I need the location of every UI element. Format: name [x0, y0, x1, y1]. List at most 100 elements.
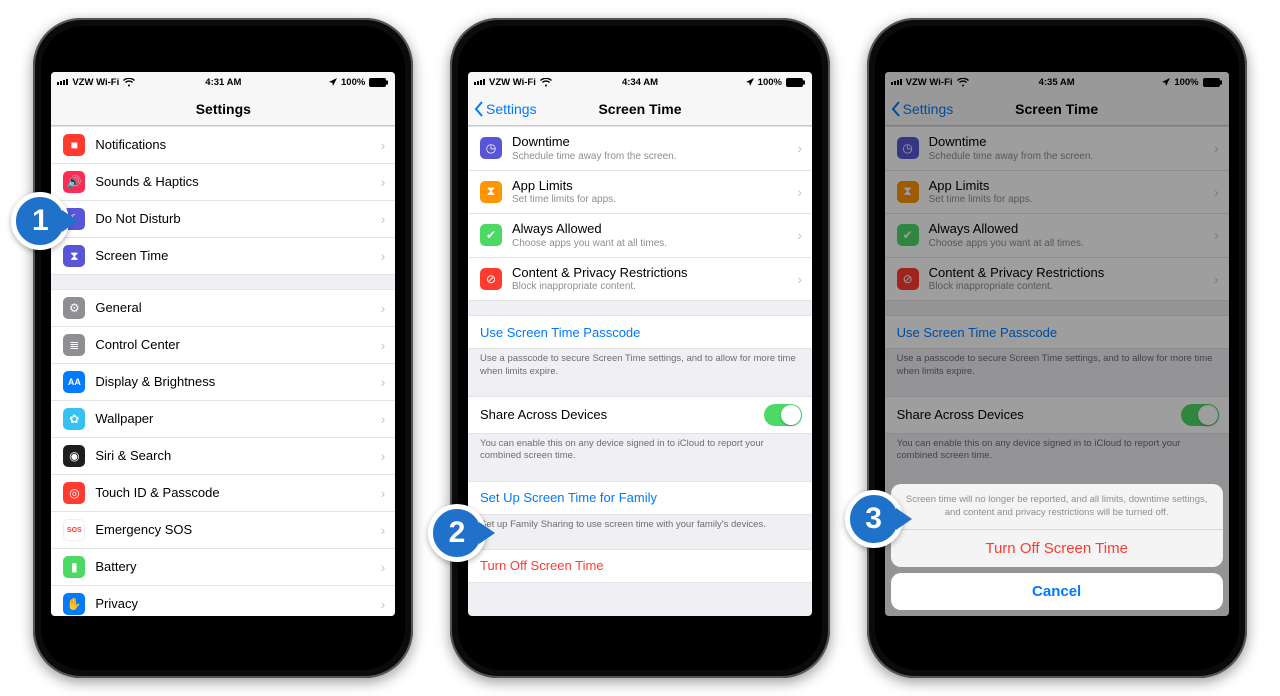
- cell-subtitle: Choose apps you want at all times.: [512, 238, 787, 250]
- phone-step-1: 1 VZW Wi-Fi 4:31 AM 100%: [33, 18, 413, 678]
- list-cell[interactable]: ▮Battery›: [51, 549, 395, 586]
- text-size-icon: AA: [63, 371, 85, 393]
- screentime-list[interactable]: ◷DowntimeSchedule time away from the scr…: [468, 126, 812, 616]
- cell-label: Always Allowed: [512, 221, 787, 237]
- battery-icon: [369, 78, 389, 87]
- list-cell[interactable]: SOSEmergency SOS›: [51, 512, 395, 549]
- phone-step-3: 3 VZW Wi-Fi 4:35 AM 100%: [867, 18, 1247, 678]
- list-cell[interactable]: ⧗App LimitsSet time limits for apps.›: [468, 171, 812, 215]
- chevron-right-icon: ›: [1214, 227, 1219, 243]
- toggle-switch[interactable]: [764, 404, 802, 426]
- gear-icon: ⚙: [63, 297, 85, 319]
- list-cell[interactable]: ✔ Always AllowedChoose apps you want at a…: [468, 214, 812, 258]
- sheet-message: Screen time will no longer be reported, …: [891, 484, 1223, 529]
- sheet-turn-off-button[interactable]: Turn Off Screen Time: [891, 529, 1223, 567]
- sliders-icon: ≣: [63, 334, 85, 356]
- screen: VZW Wi-Fi 4:34 AM 100% Settings: [468, 72, 812, 616]
- phone-step-2: 2 VZW Wi-Fi 4:34 AM 100%: [450, 18, 830, 678]
- chevron-right-icon: ›: [381, 559, 386, 575]
- cell-subtitle: Choose apps you want at all times.: [929, 238, 1204, 250]
- chevron-right-icon: ›: [381, 248, 386, 264]
- cell-subtitle: Block inappropriate content.: [929, 281, 1204, 293]
- cell-label: Use Screen Time Passcode: [480, 325, 802, 341]
- navbar: Settings Screen Time: [885, 92, 1229, 126]
- cell-label: App Limits: [512, 178, 787, 194]
- step-badge-1: 1: [11, 192, 69, 250]
- back-button[interactable]: Settings: [891, 101, 954, 117]
- list-cell[interactable]: ⊘Content & Privacy RestrictionsBlock ina…: [885, 258, 1229, 302]
- list-cell[interactable]: ◉Siri & Search›: [51, 438, 395, 475]
- cell-label: Privacy: [95, 596, 370, 612]
- nosign-icon: ⊘: [480, 268, 502, 290]
- cell-label: Display & Brightness: [95, 374, 370, 390]
- battery-pct: 100%: [1174, 77, 1198, 88]
- cell-subtitle: Block inappropriate content.: [512, 281, 787, 293]
- cell-label: Downtime: [512, 134, 787, 150]
- sheet-cancel-button[interactable]: Cancel: [891, 573, 1223, 610]
- list-cell[interactable]: ◷DowntimeSchedule time away from the scr…: [468, 126, 812, 171]
- cell-label: Screen Time: [95, 248, 370, 264]
- list-cell[interactable]: ⊘ Content & Privacy RestrictionsBlock ina…: [468, 258, 812, 302]
- group-footer: Use a passcode to secure Screen Time set…: [468, 349, 812, 382]
- chevron-right-icon: ›: [381, 411, 386, 427]
- cell-label: Turn Off Screen Time: [480, 558, 802, 574]
- chevron-right-icon: ›: [797, 184, 802, 200]
- cell-label: Siri & Search: [95, 448, 370, 464]
- list-cell[interactable]: ◎Touch ID & Passcode›: [51, 475, 395, 512]
- list-cell[interactable]: ≣ Control Center ›: [51, 327, 395, 364]
- chevron-right-icon: ›: [381, 337, 386, 353]
- signal-icon: [57, 79, 68, 85]
- chevron-right-icon: ›: [381, 596, 386, 612]
- cell-label: Control Center: [95, 337, 370, 353]
- list-cell[interactable]: ✿Wallpaper›: [51, 401, 395, 438]
- list-cell[interactable]: ☾Do Not Disturb›: [51, 201, 395, 238]
- list-cell[interactable]: Use Screen Time Passcode: [468, 315, 812, 349]
- battery-pct: 100%: [341, 77, 365, 88]
- list-cell[interactable]: ✋ Privacy ›: [51, 586, 395, 616]
- chevron-right-icon: ›: [381, 300, 386, 316]
- device-frame: VZW Wi-Fi 4:34 AM 100% Settings: [450, 18, 830, 678]
- action-sheet: Screen time will no longer be reported, …: [885, 478, 1229, 616]
- touchid-icon: ◎: [63, 482, 85, 504]
- cell-label: General: [95, 300, 370, 316]
- signal-icon: [891, 79, 902, 85]
- cell-label: Share Across Devices: [480, 407, 754, 423]
- list-cell[interactable]: ⚙ General ›: [51, 289, 395, 327]
- list-cell[interactable]: Use Screen Time Passcode: [885, 315, 1229, 349]
- sounds-icon: 🔊: [63, 171, 85, 193]
- list-cell[interactable]: 🔊Sounds & Haptics›: [51, 164, 395, 201]
- group-footer: Set up Family Sharing to use screen time…: [468, 515, 812, 535]
- step-badge-2: 2: [428, 504, 486, 562]
- siri-icon: ◉: [63, 445, 85, 467]
- status-bar: VZW Wi-Fi 4:31 AM 100%: [51, 72, 395, 92]
- screen: VZW Wi-Fi 4:35 AM 100% Settings: [885, 72, 1229, 616]
- hourglass-icon: ⧗: [63, 245, 85, 267]
- list-cell[interactable]: ■Notifications›: [51, 126, 395, 164]
- wallpaper-icon: ✿: [63, 408, 85, 430]
- battery-pct: 100%: [758, 77, 782, 88]
- list-cell[interactable]: Set Up Screen Time for Family: [468, 481, 812, 515]
- list-cell[interactable]: Turn Off Screen Time: [468, 549, 812, 583]
- privacy-icon: ✋: [63, 593, 85, 615]
- list-cell[interactable]: ⧗ Screen Time ›: [51, 238, 395, 275]
- chevron-right-icon: ›: [381, 374, 386, 390]
- toggle-switch[interactable]: [1181, 404, 1219, 426]
- list-cell[interactable]: ✔Always AllowedChoose apps you want at a…: [885, 214, 1229, 258]
- carrier-label: VZW Wi-Fi: [72, 77, 119, 88]
- list-cell[interactable]: ⧗App LimitsSet time limits for apps.›: [885, 171, 1229, 215]
- cell-label: Downtime: [929, 134, 1204, 150]
- list-cell[interactable]: Share Across Devices: [885, 396, 1229, 434]
- list-cell[interactable]: AA Display & Brightness ›: [51, 364, 395, 401]
- list-cell[interactable]: ◷DowntimeSchedule time away from the scr…: [885, 126, 1229, 171]
- wifi-icon: [540, 78, 552, 87]
- cell-label: Always Allowed: [929, 221, 1204, 237]
- cell-subtitle: Set time limits for apps.: [512, 194, 787, 206]
- chevron-right-icon: ›: [381, 522, 386, 538]
- settings-list[interactable]: ■Notifications›🔊Sounds & Haptics›☾Do Not…: [51, 126, 395, 616]
- status-bar: VZW Wi-Fi 4:35 AM 100%: [885, 72, 1229, 92]
- back-button[interactable]: Settings: [474, 101, 537, 117]
- check-icon: ✔: [480, 224, 502, 246]
- list-cell[interactable]: Share Across Devices: [468, 396, 812, 434]
- navbar: Settings Screen Time: [468, 92, 812, 126]
- cell-label: Content & Privacy Restrictions: [512, 265, 787, 281]
